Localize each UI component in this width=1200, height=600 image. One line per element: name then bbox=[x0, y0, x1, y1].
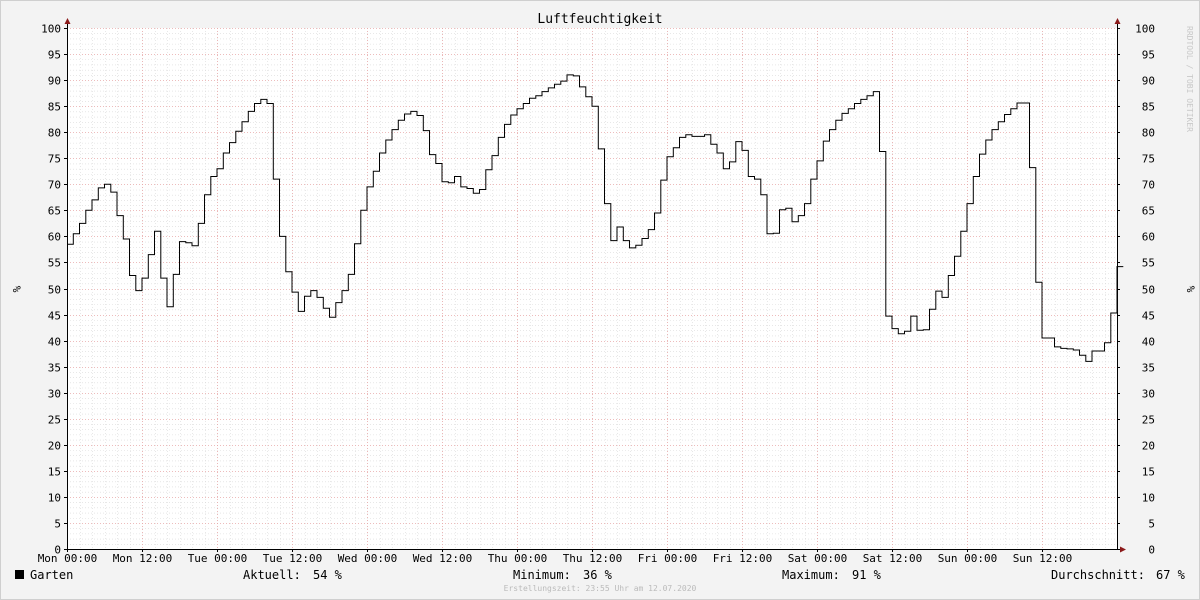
y-tick-label-right: 0 bbox=[1148, 544, 1155, 557]
y-tick-label-right: 95 bbox=[1142, 49, 1155, 62]
x-tick-label: Tue 12:00 bbox=[263, 552, 323, 565]
legend-swatch-garten bbox=[15, 570, 24, 579]
y-tick-label-right: 55 bbox=[1142, 257, 1155, 270]
maximum-label: Maximum: bbox=[782, 568, 840, 582]
y-tick-label-left: 10 bbox=[48, 492, 61, 505]
y-tick-label-left: 35 bbox=[48, 362, 61, 375]
humidity-chart: 0 5 10 15 20 25 30 35 40 45 50 55 60 65 70 75 80 85 90 95 10… bbox=[10, 12, 1197, 593]
y-axis-label-right: % bbox=[1184, 286, 1197, 293]
y-tick-label-left: 100 bbox=[41, 23, 61, 36]
y-tick-label-left: 15 bbox=[48, 466, 61, 479]
y-tick-label-left: 45 bbox=[48, 310, 61, 323]
y-axis-right-ticks: 0 5 10 15 20 25 30 35 40 45 50 55 60 65 70 75 80 85 90 95 10… bbox=[1117, 23, 1155, 557]
x-tick-label: Thu 12:00 bbox=[563, 552, 623, 565]
y-tick-label-left: 85 bbox=[48, 101, 61, 114]
legend-series-label: Garten bbox=[30, 568, 74, 582]
y-axis-label-left: % bbox=[10, 286, 23, 293]
y-tick-label-right: 100 bbox=[1135, 23, 1155, 36]
x-tick-label: Mon 00:00 bbox=[38, 552, 98, 565]
y-axis-right-arrow bbox=[1114, 18, 1121, 24]
y-tick-label-right: 65 bbox=[1142, 205, 1155, 218]
x-tick-label: Thu 00:00 bbox=[488, 552, 548, 565]
y-axis-left-ticks: 0510152025303540455055606570758085909510… bbox=[41, 23, 67, 557]
y-tick-label-right: 80 bbox=[1142, 127, 1155, 140]
average-value: 67 % bbox=[1156, 568, 1185, 582]
y-tick-label-left: 40 bbox=[48, 336, 61, 349]
y-tick-label-left: 55 bbox=[48, 257, 61, 270]
y-tick-label-left: 20 bbox=[48, 440, 61, 453]
y-tick-label-right: 60 bbox=[1142, 231, 1155, 244]
x-tick-label: Tue 00:00 bbox=[188, 552, 248, 565]
y-tick-label-right: 50 bbox=[1142, 284, 1155, 297]
y-tick-label-right: 10 bbox=[1142, 492, 1155, 505]
y-tick-label-right: 85 bbox=[1142, 101, 1155, 114]
x-tick-label: Sun 12:00 bbox=[1013, 552, 1073, 565]
chart-title: Luftfeuchtigkeit bbox=[537, 12, 662, 27]
y-tick-label-left: 60 bbox=[48, 231, 61, 244]
maximum-value: 91 % bbox=[852, 568, 881, 582]
y-tick-label-right: 35 bbox=[1142, 362, 1155, 375]
rrdtool-watermark: RRDTOOL / TOBI OETIKER bbox=[1185, 26, 1194, 132]
y-tick-label-right: 90 bbox=[1142, 75, 1155, 88]
y-tick-label-right: 20 bbox=[1142, 440, 1155, 453]
x-axis-arrow bbox=[1120, 546, 1126, 553]
y-tick-label-right: 30 bbox=[1142, 388, 1155, 401]
y-tick-label-left: 70 bbox=[48, 179, 61, 192]
y-tick-label-right: 40 bbox=[1142, 336, 1155, 349]
y-tick-label-left: 50 bbox=[48, 284, 61, 297]
x-tick-label: Sat 12:00 bbox=[863, 552, 923, 565]
x-axis-ticks: Mon 00:00 Mon 12:00 Tue 00:00 Tue 12:00 Wed … bbox=[38, 549, 1073, 565]
y-tick-label-right: 5 bbox=[1148, 518, 1155, 531]
x-tick-label: Wed 00:00 bbox=[338, 552, 398, 565]
creation-time-footer: Erstellungszeit: 23:55 Uhr am 12.07.2020 bbox=[504, 584, 697, 593]
y-tick-label-left: 80 bbox=[48, 127, 61, 140]
y-tick-label-left: 75 bbox=[48, 153, 61, 166]
y-tick-label-left: 65 bbox=[48, 205, 61, 218]
minimum-value: 36 % bbox=[583, 568, 612, 582]
x-tick-label: Fri 00:00 bbox=[638, 552, 698, 565]
y-tick-label-left: 30 bbox=[48, 388, 61, 401]
y-tick-label-right: 15 bbox=[1142, 466, 1155, 479]
current-label: Aktuell: bbox=[243, 568, 301, 582]
y-tick-label-left: 25 bbox=[48, 414, 61, 427]
minimum-label: Minimum: bbox=[513, 568, 571, 582]
average-label: Durchschnitt: bbox=[1051, 568, 1145, 582]
y-tick-label-right: 25 bbox=[1142, 414, 1155, 427]
x-tick-label: Wed 12:00 bbox=[413, 552, 473, 565]
current-value: 54 % bbox=[313, 568, 342, 582]
y-tick-label-left: 5 bbox=[54, 518, 61, 531]
x-tick-label: Mon 12:00 bbox=[113, 552, 173, 565]
y-tick-label-left: 90 bbox=[48, 75, 61, 88]
y-axis-left-arrow bbox=[64, 18, 71, 24]
x-tick-label: Sat 00:00 bbox=[788, 552, 848, 565]
y-tick-label-right: 70 bbox=[1142, 179, 1155, 192]
y-tick-label-right: 75 bbox=[1142, 153, 1155, 166]
y-tick-label-left: 95 bbox=[48, 49, 61, 62]
y-tick-label-right: 45 bbox=[1142, 310, 1155, 323]
x-tick-label: Fri 12:00 bbox=[713, 552, 773, 565]
x-tick-label: Sun 00:00 bbox=[938, 552, 998, 565]
